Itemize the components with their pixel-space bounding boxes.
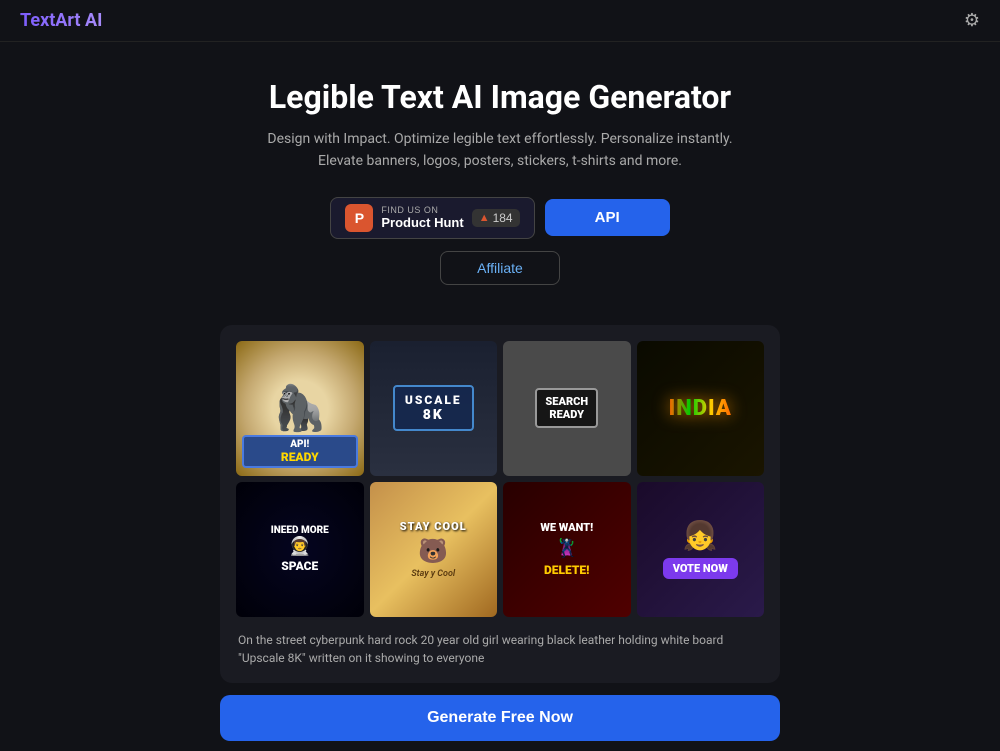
bear-icon: 🐻 [418, 537, 448, 565]
gear-icon: ⚙ [964, 10, 980, 30]
ph-count-value: 184 [493, 211, 513, 225]
product-hunt-icon: P [345, 204, 373, 232]
product-hunt-count: ▲ 184 [472, 209, 520, 227]
deadpool-icon: 🦹 [556, 538, 578, 559]
affiliate-button[interactable]: Affiliate [440, 251, 560, 285]
gallery-image-6[interactable]: STAY COOL 🐻 Stay y Cool [370, 482, 498, 617]
stay-text: STAY COOL [400, 520, 467, 533]
settings-button[interactable]: ⚙ [964, 10, 980, 31]
gallery-image-1[interactable]: 🦍 API! READY [236, 341, 364, 476]
ph-arrow-icon: ▲ [479, 212, 490, 224]
8k-text: 8K [405, 407, 462, 423]
api-text: API! [248, 439, 352, 450]
gallery-image-2[interactable]: USCALE 8K [370, 341, 498, 476]
cta-buttons-row: P FIND US ON Product Hunt ▲ 184 API [20, 197, 980, 239]
affiliate-row: Affiliate [20, 251, 980, 285]
ready-text-2: READY [545, 408, 588, 421]
gallery-image-5[interactable]: INEED MORE 👨‍🚀 SPACE [236, 482, 364, 617]
gallery-description: On the street cyberpunk hard rock 20 yea… [236, 631, 764, 667]
api-button[interactable]: API [545, 199, 670, 236]
search-text: SEARCH [545, 395, 588, 408]
gallery-image-4[interactable]: INDIA [637, 341, 765, 476]
generate-bar: Generate Free Now [220, 695, 780, 751]
app-logo: TextArt AI [20, 10, 102, 31]
app-header: TextArt AI ⚙ [0, 0, 1000, 42]
gallery-image-8[interactable]: 👧 VOTE NOW [637, 482, 765, 617]
delete-text: DELETE! [544, 563, 589, 577]
product-hunt-button[interactable]: P FIND US ON Product Hunt ▲ 184 [330, 197, 534, 239]
product-hunt-text: FIND US ON Product Hunt [381, 205, 463, 230]
ph-label: FIND US ON [381, 205, 438, 215]
hero-section: Legible Text AI Image Generator Design w… [0, 42, 1000, 325]
image-grid: 🦍 API! READY USCALE 8K [236, 341, 764, 617]
gallery-image-3[interactable]: SEARCH READY [503, 341, 631, 476]
gallery-card: 🦍 API! READY USCALE 8K [220, 325, 780, 683]
stay-cool-italic: Stay y Cool [411, 569, 455, 579]
gallery-image-7[interactable]: WE WANT! 🦹 DELETE! [503, 482, 631, 617]
india-text: INDIA [669, 396, 732, 421]
generate-button[interactable]: Generate Free Now [220, 695, 780, 741]
ready-text: READY [248, 450, 352, 464]
character-icon: 👧 [683, 519, 718, 552]
ph-name: Product Hunt [381, 215, 463, 230]
vote-text: VOTE NOW [663, 558, 738, 579]
hero-subtitle: Design with Impact. Optimize legible tex… [260, 128, 740, 173]
uscale-text: USCALE [405, 393, 462, 407]
space-text: SPACE [281, 559, 318, 573]
ineed-text: INEED MORE [271, 525, 329, 536]
wewant-text: WE WANT! [540, 521, 593, 534]
hero-title: Legible Text AI Image Generator [20, 78, 980, 116]
astronaut-icon: 👨‍🚀 [289, 536, 311, 557]
